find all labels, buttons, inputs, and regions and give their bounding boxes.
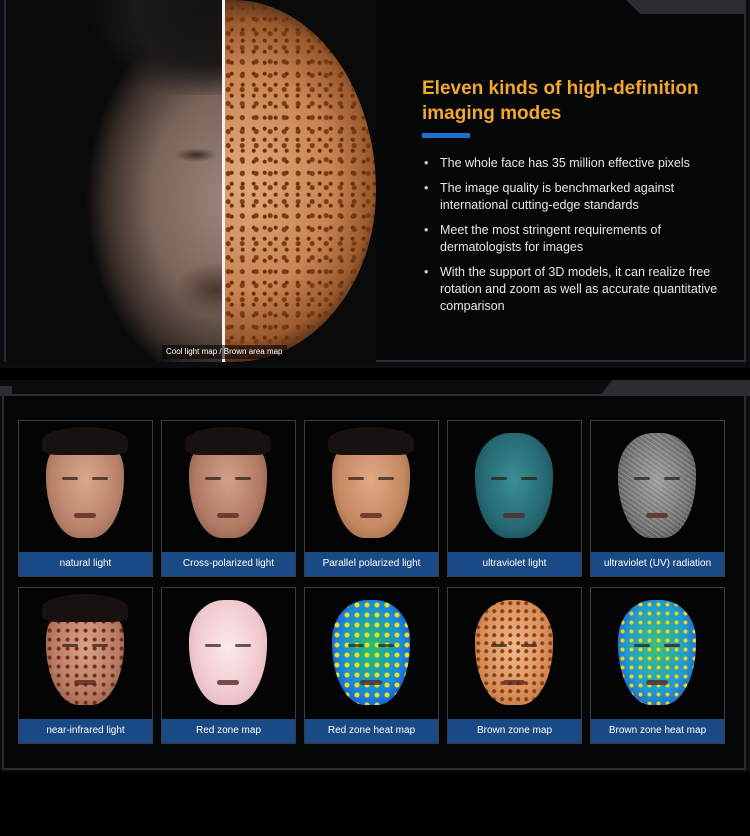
hero-face-image	[6, 0, 376, 362]
mode-tile-natural-light: natural light	[18, 420, 153, 577]
face-image	[332, 600, 410, 705]
headline: Eleven kinds of high-definition imaging …	[422, 78, 699, 124]
hero-image-caption: Cool light map / Brown area map	[162, 345, 287, 359]
mode-image	[305, 588, 438, 718]
mode-label: Red zone map	[162, 719, 295, 743]
mode-label: Cross-polarized light	[162, 552, 295, 576]
mode-tile-near-infrared: near-infrared light	[18, 587, 153, 744]
feature-text: The whole face has 35 million effective …	[440, 156, 690, 170]
mode-label: ultraviolet light	[448, 552, 581, 576]
mode-tile-red-zone-heat-map: Red zone heat map	[304, 587, 439, 744]
mode-image	[448, 421, 581, 551]
feature-text: With the support of 3D models, it can re…	[440, 265, 718, 313]
mode-image	[591, 588, 724, 718]
mode-label: Brown zone map	[448, 719, 581, 743]
mode-label: Red zone heat map	[305, 719, 438, 743]
feature-list: • The whole face has 35 million effective…	[422, 155, 722, 323]
face-image	[185, 427, 271, 538]
face-image	[328, 427, 414, 538]
face-image	[189, 600, 267, 705]
mode-image	[162, 588, 295, 718]
mode-label: Brown zone heat map	[591, 719, 724, 743]
mode-image	[19, 421, 152, 551]
mode-image	[19, 588, 152, 718]
mode-image	[162, 421, 295, 551]
feature-item: • Meet the most stringent requirements of…	[422, 222, 722, 256]
face-image	[618, 600, 696, 705]
mode-label: ultraviolet (UV) radiation	[591, 552, 724, 576]
mode-tile-red-zone-map: Red zone map	[161, 587, 296, 744]
face-image	[618, 433, 696, 538]
mode-tile-ultraviolet-light: ultraviolet light	[447, 420, 582, 577]
bullet-icon: •	[424, 181, 429, 195]
image-divider	[222, 0, 225, 362]
face-image	[42, 427, 128, 538]
imaging-modes-panel: natural light Cross-polarized light Para…	[0, 380, 750, 772]
brown-area-face-half	[224, 0, 376, 362]
hair-region	[66, 0, 236, 95]
mode-tile-brown-zone-map: Brown zone map	[447, 587, 582, 744]
face-image	[42, 594, 128, 705]
mode-image	[591, 421, 724, 551]
bullet-icon: •	[424, 265, 429, 279]
feature-text: The image quality is benchmarked against…	[440, 181, 675, 212]
feature-text: Meet the most stringent requirements of …	[440, 223, 661, 254]
mode-tile-uv-radiation: ultraviolet (UV) radiation	[590, 420, 725, 577]
hero-panel: Cool light map / Brown area map Eleven k…	[0, 0, 750, 368]
feature-item: • With the support of 3D models, it can r…	[422, 264, 722, 315]
mode-label: Parallel polarized light	[305, 552, 438, 576]
feature-item: • The image quality is benchmarked agains…	[422, 180, 722, 214]
headline-accent-bar	[422, 133, 470, 138]
bullet-icon: •	[424, 156, 429, 170]
bullet-icon: •	[424, 223, 429, 237]
mode-image	[448, 588, 581, 718]
mode-label: near-infrared light	[19, 719, 152, 743]
feature-item: • The whole face has 35 million effective…	[422, 155, 722, 172]
mode-tile-brown-zone-heat-map: Brown zone heat map	[590, 587, 725, 744]
mode-image	[305, 421, 438, 551]
mode-tile-parallel-polarized: Parallel polarized light	[304, 420, 439, 577]
face-image	[475, 600, 553, 705]
mode-tile-cross-polarized: Cross-polarized light	[161, 420, 296, 577]
face-image	[475, 433, 553, 538]
mode-label: natural light	[19, 552, 152, 576]
